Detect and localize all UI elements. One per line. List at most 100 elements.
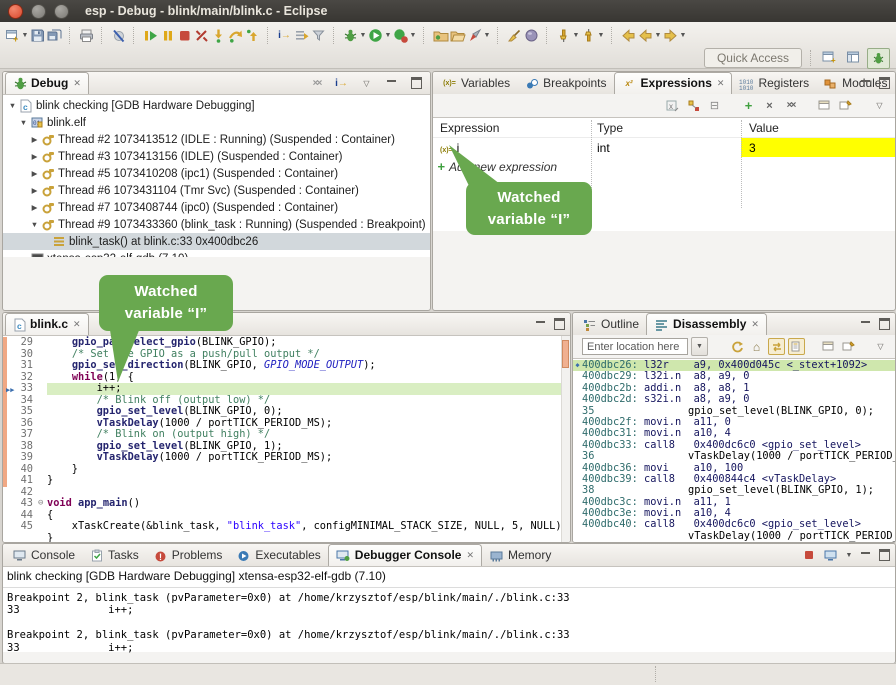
tree-expander-icon[interactable]: ▼ bbox=[18, 118, 29, 127]
debug-tree-row[interactable]: ▶Thread #6 1073431104 (Tmr Svc) (Suspend… bbox=[3, 182, 430, 199]
pin-view-icon[interactable] bbox=[837, 97, 854, 114]
tab-blink-c[interactable]: c blink.c ✕ bbox=[5, 313, 89, 335]
tab-tasks[interactable]: Tasks bbox=[82, 545, 146, 566]
tree-expander-icon[interactable]: ▶ bbox=[29, 186, 40, 195]
remove-all-expressions-icon[interactable]: ×× bbox=[782, 97, 799, 114]
console-dropdown-icon[interactable]: ▼ bbox=[845, 552, 853, 559]
column-divider[interactable] bbox=[741, 120, 742, 208]
open-perspective-button[interactable]: + bbox=[819, 48, 840, 67]
maximize-icon[interactable] bbox=[879, 549, 890, 561]
fold-marker-icon[interactable]: ⊖ bbox=[38, 498, 47, 510]
view-menu-icon[interactable]: ▽ bbox=[871, 97, 888, 114]
profile-dropdown-icon[interactable]: ▼ bbox=[409, 32, 417, 39]
step-over-icon[interactable] bbox=[227, 27, 244, 44]
debug-tree-row[interactable]: ▶Thread #2 1073413512 (IDLE : Running) (… bbox=[3, 131, 430, 148]
pin-down-icon[interactable] bbox=[555, 27, 572, 44]
forward-icon[interactable] bbox=[662, 27, 679, 44]
minimize-icon[interactable] bbox=[383, 75, 400, 92]
run-dropdown-icon[interactable]: ▼ bbox=[384, 32, 392, 39]
maximize-icon[interactable] bbox=[879, 318, 890, 330]
tab-memory[interactable]: Memory bbox=[482, 545, 558, 566]
tab-close-icon[interactable]: ✕ bbox=[466, 550, 474, 561]
location-dropdown-icon[interactable]: ▼ bbox=[691, 337, 708, 356]
new-view-icon[interactable] bbox=[820, 338, 837, 355]
remove-all-terminated-icon[interactable]: ×× bbox=[308, 75, 325, 92]
show-source-icon[interactable] bbox=[788, 338, 805, 355]
skip-breakpoints-icon[interactable] bbox=[110, 27, 127, 44]
instruction-step-icon[interactable]: i→ bbox=[276, 27, 293, 44]
tree-expander-icon[interactable]: ▼ bbox=[29, 220, 40, 229]
debug-tree-row[interactable]: ▼01blink.elf bbox=[3, 114, 430, 131]
launch-icon[interactable] bbox=[466, 27, 483, 44]
disassembly-listing[interactable]: ◆400dbc26:l32r a9, 0x400d045c <_stext+10… bbox=[573, 358, 895, 542]
clean-brush-icon[interactable] bbox=[506, 27, 523, 44]
suspend-icon[interactable] bbox=[159, 27, 176, 44]
sync-selection-icon[interactable] bbox=[768, 338, 785, 355]
debug-dropdown-icon[interactable]: ▼ bbox=[359, 32, 367, 39]
tab-disassembly[interactable]: Disassembly✕ bbox=[646, 313, 767, 335]
debug-tree-row[interactable]: ▶Thread #3 1073413156 (IDLE) (Suspended … bbox=[3, 148, 430, 165]
tab-close-icon[interactable]: ✕ bbox=[717, 78, 725, 89]
step-into-icon[interactable] bbox=[210, 27, 227, 44]
forward-dropdown-icon[interactable]: ▼ bbox=[679, 32, 687, 39]
profile-icon[interactable] bbox=[392, 27, 409, 44]
tab-debug[interactable]: Debug ✕ bbox=[5, 72, 89, 94]
debug-tree-row[interactable]: ▶Thread #7 1073408744 (ipc0) (Suspended … bbox=[3, 199, 430, 216]
tab-debugger-console[interactable]: Debugger Console✕ bbox=[328, 544, 482, 566]
open-folder-icon[interactable] bbox=[449, 27, 466, 44]
tab-registers[interactable]: 10101010Registers bbox=[732, 73, 816, 94]
maximize-icon[interactable] bbox=[879, 77, 890, 89]
tree-expander-icon[interactable]: ▶ bbox=[29, 135, 40, 144]
refresh-icon[interactable] bbox=[728, 338, 745, 355]
view-menu-icon[interactable]: ▽ bbox=[358, 75, 375, 92]
pin-view-icon[interactable] bbox=[840, 338, 857, 355]
back-dropdown-icon[interactable]: ▼ bbox=[654, 32, 662, 39]
code-line[interactable]: 45 xTaskCreate(&blink_task, "blink_task"… bbox=[3, 521, 570, 533]
save-icon[interactable] bbox=[29, 27, 46, 44]
pin-down-dropdown-icon[interactable]: ▼ bbox=[572, 32, 580, 39]
debug-perspective-button[interactable] bbox=[867, 48, 890, 69]
home-icon[interactable]: ⌂ bbox=[748, 338, 765, 355]
terminate-console-icon[interactable] bbox=[803, 549, 815, 561]
tab-problems[interactable]: !Problems bbox=[146, 545, 230, 566]
column-expression[interactable]: Expression bbox=[433, 121, 591, 135]
column-type[interactable]: Type bbox=[591, 121, 741, 135]
minimize-icon[interactable] bbox=[536, 320, 546, 329]
disconnect-icon[interactable] bbox=[193, 27, 210, 44]
breakpoint-current-line-icon[interactable]: ▶▶ bbox=[6, 385, 14, 397]
select-logical-icon[interactable] bbox=[685, 97, 702, 114]
instruction-step-icon[interactable]: i→ bbox=[333, 75, 350, 92]
add-expression-icon[interactable]: + bbox=[740, 97, 757, 114]
overview-ruler[interactable] bbox=[561, 336, 570, 543]
minimize-icon[interactable] bbox=[861, 79, 871, 88]
load-folder-icon[interactable] bbox=[432, 27, 449, 44]
debug-tree-row[interactable]: >_xtensa-esp32-elf-gdb (7.10) bbox=[3, 250, 430, 257]
resume-icon[interactable] bbox=[142, 27, 159, 44]
disassembly-line[interactable]: 400dbc2d:s32i.n a8, a9, 0 bbox=[573, 394, 895, 405]
view-menu-icon[interactable]: ▽ bbox=[872, 338, 889, 355]
tree-expander-icon[interactable]: ▶ bbox=[29, 152, 40, 161]
maximize-icon[interactable] bbox=[554, 318, 565, 330]
print-icon[interactable] bbox=[78, 27, 95, 44]
last-edit-icon[interactable] bbox=[620, 27, 637, 44]
debug-tree-row[interactable]: blink_task() at blink.c:33 0x400dbc26 bbox=[3, 233, 430, 250]
step-filters-icon[interactable] bbox=[310, 27, 327, 44]
show-execution-icon[interactable] bbox=[293, 27, 310, 44]
tab-debug-close-icon[interactable]: ✕ bbox=[73, 78, 81, 89]
new-wizard-icon[interactable]: + bbox=[4, 27, 21, 44]
resource-perspective-button[interactable] bbox=[843, 48, 864, 67]
code-line[interactable]: 40 } bbox=[3, 464, 570, 476]
run-icon[interactable] bbox=[367, 27, 384, 44]
step-return-icon[interactable] bbox=[244, 27, 261, 44]
window-minimize-button[interactable] bbox=[31, 4, 46, 19]
disassembly-line[interactable]: vTaskDelay(1000 / portTICK_PERIOD_MS); bbox=[573, 531, 895, 542]
window-maximize-button[interactable] bbox=[54, 4, 69, 19]
tab-executables[interactable]: Executables bbox=[229, 545, 327, 566]
quick-access-button[interactable]: Quick Access bbox=[704, 48, 802, 68]
debug-tree-row[interactable]: ▼Thread #9 1073433360 (blink_task : Runn… bbox=[3, 216, 430, 233]
collapse-all-icon[interactable]: ⊟ bbox=[706, 97, 723, 114]
code-line[interactable]: 43⊖void app_main() bbox=[3, 498, 570, 510]
source-code-area[interactable]: 29 gpio_pad_select_gpio(BLINK_GPIO);30 /… bbox=[3, 335, 570, 543]
launch-dropdown-icon[interactable]: ▼ bbox=[483, 32, 491, 39]
new-wizard-dropdown-icon[interactable]: ▼ bbox=[21, 32, 29, 39]
